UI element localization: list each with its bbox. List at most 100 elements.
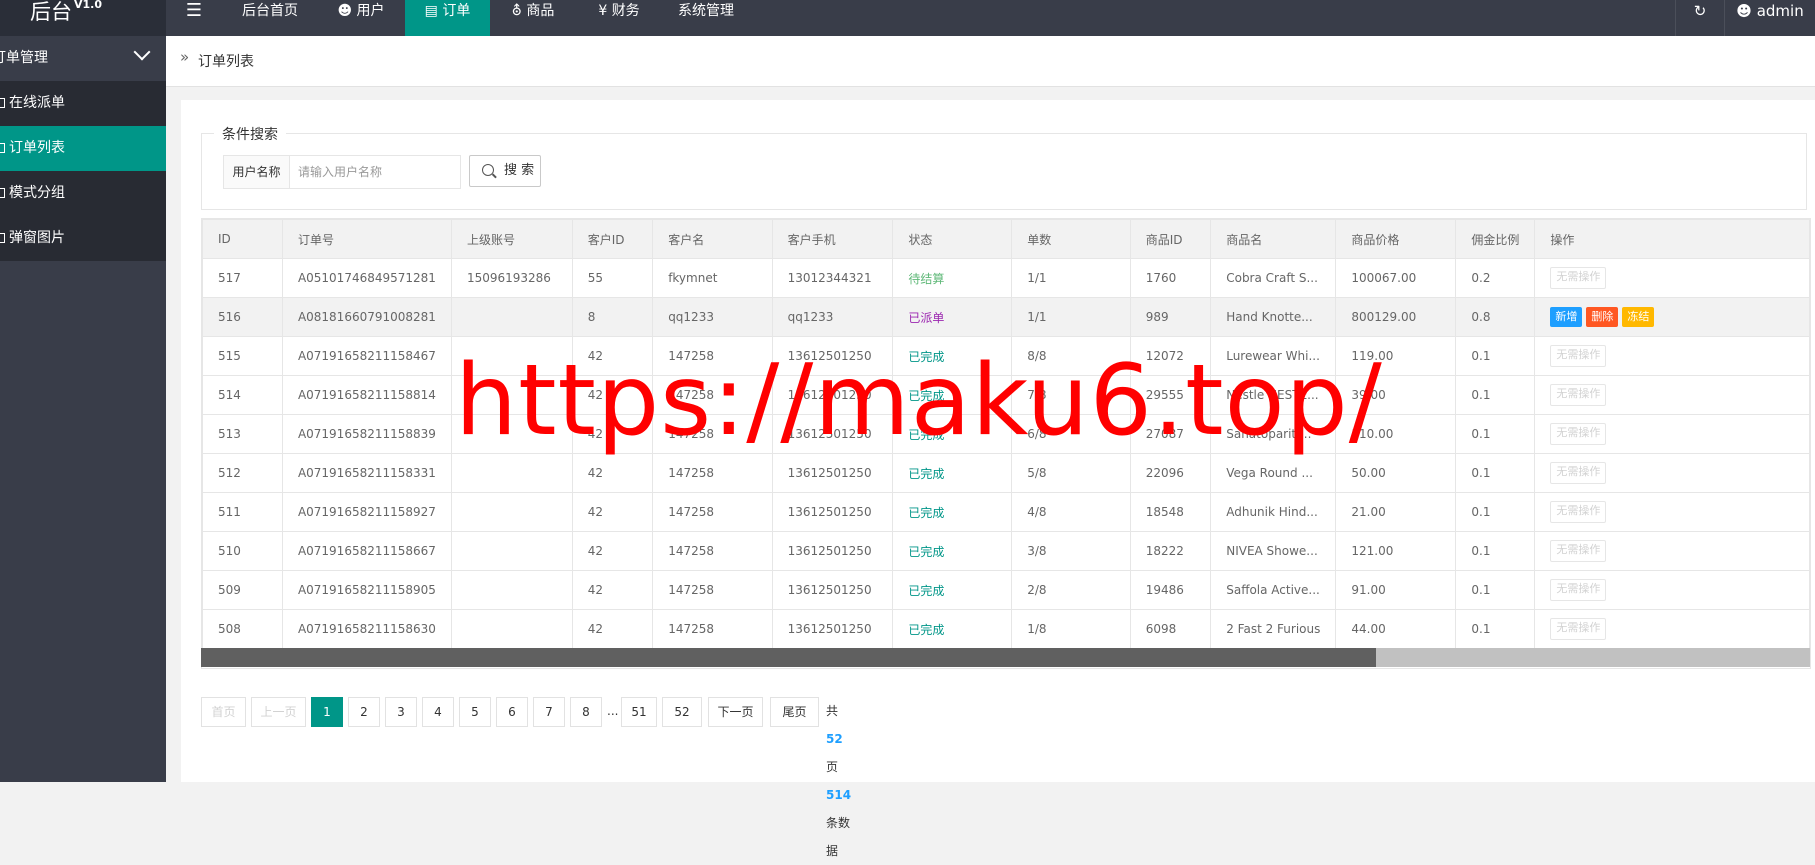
page-button-52[interactable]: 52 — [662, 697, 702, 727]
nav-finance[interactable]: ¥ 财务 — [576, 0, 662, 36]
cell-phone: 13012344321 — [771, 258, 894, 298]
next-page-button[interactable]: 下一页 — [708, 697, 763, 727]
cell-status: 已完成 — [892, 336, 1013, 376]
cell-rate: 0.1 — [1455, 414, 1536, 454]
cell-phone: qq1233 — [771, 297, 894, 337]
cell-price: 800129.00 — [1335, 297, 1457, 337]
page-button-1[interactable]: 1 — [311, 697, 343, 727]
search-icon — [482, 164, 494, 176]
cell-id: 514 — [202, 375, 283, 415]
cell-cname: 147258 — [652, 531, 773, 571]
scrollbar-thumb[interactable] — [201, 648, 1376, 667]
cell-rate: 0.8 — [1455, 297, 1536, 337]
nav-home-label: 后台首页 — [242, 3, 298, 19]
file-icon — [0, 188, 5, 198]
cell-cid: 42 — [571, 336, 654, 376]
page-button-6[interactable]: 6 — [496, 697, 528, 727]
nav-products[interactable]: ⛢ 商品 — [490, 0, 576, 36]
no-action-button[interactable]: 无需操作 — [1550, 423, 1607, 445]
sidebar-item-order-list[interactable]: 订单列表 — [0, 126, 166, 171]
column-header: 客户名 — [652, 219, 773, 259]
cell-id: 509 — [202, 570, 283, 610]
page-button-3[interactable]: 3 — [385, 697, 417, 727]
cell-order: A05101746849571281 — [281, 258, 452, 298]
no-action-button[interactable]: 无需操作 — [1550, 462, 1607, 484]
table-row: 512 A07191658211158331 42 147258 13612501250… — [202, 453, 1810, 493]
horizontal-scrollbar[interactable] — [201, 648, 1810, 667]
sidebar-item-mode-group[interactable]: 模式分组 — [0, 171, 166, 216]
freeze-button[interactable]: 冻结 — [1622, 307, 1655, 327]
sidebar-item-popup-image[interactable]: 弹窗图片 — [0, 216, 166, 261]
column-header: 佣金比例 — [1455, 219, 1536, 259]
cell-parent — [450, 609, 573, 649]
page-button-5[interactable]: 5 — [459, 697, 491, 727]
cell-order: A07191658211158814 — [281, 375, 452, 415]
cell-pname: Vega Round ... — [1210, 453, 1337, 493]
prev-page-button[interactable]: 上一页 — [251, 697, 306, 727]
orders-table: ID 订单号 上级账号 客户ID 客户名 客户手机 状态 单数 商品ID 商品名 商品价格 佣金比例操… — [202, 219, 1810, 649]
sidebar-group-orders[interactable]: 订单管理 — [0, 36, 166, 81]
table-row: 511 A07191658211158927 42 147258 13612501250… — [202, 492, 1810, 532]
version-badge: V1.0 — [74, 0, 102, 11]
records-suffix: 条数据 — [826, 816, 851, 858]
cell-price: 110.00 — [1335, 414, 1457, 454]
cell-cid: 42 — [571, 570, 654, 610]
add-button[interactable]: 新增 — [1550, 307, 1583, 327]
cell-count: 7/8 — [1011, 375, 1131, 415]
cell-phone: 13612501250 — [771, 375, 894, 415]
cell-rate: 0.1 — [1455, 531, 1536, 571]
cell-actions: 无需操作 — [1534, 336, 1810, 376]
nav-system[interactable]: 系统管理 — [662, 0, 750, 36]
no-action-button[interactable]: 无需操作 — [1550, 618, 1607, 640]
nav-users[interactable]: ☻ 用户 — [318, 0, 404, 36]
cell-order: A07191658211158905 — [281, 570, 452, 610]
no-action-button[interactable]: 无需操作 — [1550, 501, 1607, 523]
nav-home[interactable]: 后台首页 — [222, 0, 318, 36]
username-search-input[interactable] — [290, 156, 456, 188]
cell-order: A07191658211158331 — [281, 453, 452, 493]
pages-suffix: 页 — [826, 760, 839, 774]
page-button-8[interactable]: 8 — [570, 697, 602, 727]
search-legend: 条件搜索 — [214, 124, 286, 144]
refresh-icon[interactable]: ↻ — [1676, 0, 1724, 36]
app-logo[interactable]: 后台 V1.0 — [0, 0, 166, 36]
cell-phone: 13612501250 — [771, 336, 894, 376]
image-icon — [0, 233, 5, 243]
cell-price: 121.00 — [1335, 531, 1457, 571]
cell-order: A07191658211158927 — [281, 492, 452, 532]
user-menu[interactable]: ☻ admin — [1725, 0, 1815, 36]
cell-status: 已完成 — [892, 531, 1013, 571]
no-action-button[interactable]: 无需操作 — [1550, 267, 1607, 289]
menu-icon[interactable]: ☰ — [166, 0, 222, 36]
search-button[interactable]: 搜 索 — [469, 155, 541, 187]
table-row: 508 A07191658211158630 42 147258 13612501250… — [202, 609, 1810, 649]
column-header: 商品名 — [1210, 219, 1337, 259]
cell-id: 508 — [202, 609, 283, 649]
last-page-button[interactable]: 尾页 — [770, 697, 819, 727]
no-action-button[interactable]: 无需操作 — [1550, 345, 1607, 367]
cell-pid: 29555 — [1129, 375, 1212, 415]
cell-rate: 0.2 — [1455, 258, 1536, 298]
delete-button[interactable]: 删除 — [1586, 307, 1619, 327]
yen-icon: ¥ — [598, 3, 608, 19]
nav-orders[interactable]: ▤ 订单 — [405, 0, 490, 36]
no-action-button[interactable]: 无需操作 — [1550, 540, 1607, 562]
nav-products-label: 商品 — [526, 3, 555, 19]
page-button-7[interactable]: 7 — [533, 697, 565, 727]
user-icon: ☻ — [1736, 2, 1752, 20]
sidebar-item-dispatch[interactable]: 在线派单 — [0, 81, 166, 126]
table-row: 509 A07191658211158905 42 147258 13612501250… — [202, 570, 1810, 610]
first-page-button[interactable]: 首页 — [201, 697, 246, 727]
cell-actions: 无需操作 — [1534, 609, 1810, 649]
page-button-51[interactable]: 51 — [621, 697, 657, 727]
page-button-4[interactable]: 4 — [422, 697, 454, 727]
column-header: 状态 — [892, 219, 1013, 259]
page-button-2[interactable]: 2 — [348, 697, 380, 727]
cell-status: 已完成 — [892, 570, 1013, 610]
file-icon — [0, 98, 5, 108]
cell-parent — [450, 297, 573, 337]
cell-phone: 13612501250 — [771, 531, 894, 571]
cell-order: A08181660791008281 — [281, 297, 452, 337]
no-action-button[interactable]: 无需操作 — [1550, 579, 1607, 601]
no-action-button[interactable]: 无需操作 — [1550, 384, 1607, 406]
